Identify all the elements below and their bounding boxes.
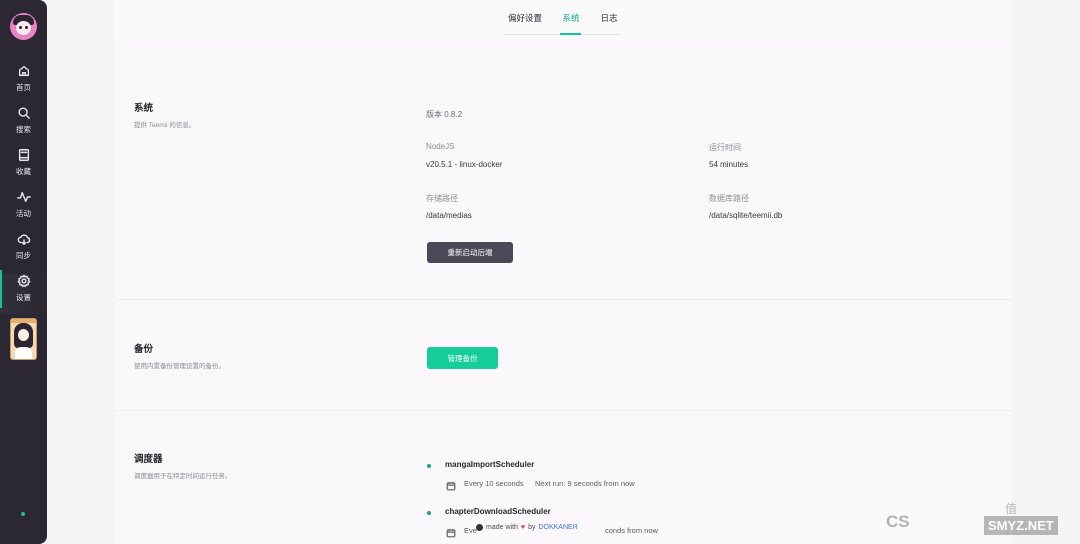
settings-tab-bar: 偏好设置 系统 日志 — [115, 0, 1012, 38]
tab-logs[interactable]: 日志 — [597, 0, 621, 36]
sidebar-item-sync[interactable]: 同步 — [0, 232, 47, 272]
job-next-run: Next run: 9 seconds from now — [535, 479, 635, 488]
gear-icon — [17, 274, 30, 288]
book-icon — [18, 149, 29, 161]
storage-path-label: 存储路径 — [426, 194, 458, 203]
footer-credit: made with ♥ by DOKKANER — [476, 524, 578, 531]
tab-preferences[interactable]: 偏好设置 — [505, 0, 545, 36]
sidebar-item-label: 同步 — [16, 251, 31, 260]
sidebar-item-settings[interactable]: 设置 — [0, 270, 47, 314]
active-tab-indicator — [560, 33, 581, 35]
footer-brand-link[interactable]: DOKKANER — [538, 524, 577, 531]
backup-desc: 使用内置备份管理设置的备份。 — [134, 363, 225, 370]
tab-system[interactable]: 系统 — [557, 0, 585, 36]
job-interval: Every 10 seconds — [464, 479, 524, 488]
footer-by: by — [528, 524, 536, 531]
sidebar-item-collection[interactable]: 收藏 — [0, 148, 47, 188]
version-text: 版本 0.8.2 — [426, 110, 463, 119]
job-next-run: conds from now — [605, 526, 658, 535]
database-path-label: 数据库路径 — [709, 194, 749, 203]
job-interval: Eve — [464, 526, 477, 535]
heart-icon: ♥ — [520, 524, 526, 531]
sidebar-item-search[interactable]: 搜索 — [0, 106, 47, 146]
sidebar-item-label: 收藏 — [16, 167, 31, 176]
scheduler-title: 调度器 — [134, 454, 163, 465]
uptime-label: 运行时间 — [709, 143, 741, 152]
app-logo[interactable] — [10, 13, 37, 40]
restart-backend-button[interactable]: 重新启动后端 — [427, 242, 513, 263]
job-status-dot — [427, 464, 431, 468]
github-icon[interactable] — [476, 524, 483, 531]
calendar-icon — [446, 525, 456, 538]
backup-title: 备份 — [134, 344, 154, 355]
section-divider — [115, 299, 1012, 300]
watermark-smyz: SMYZ.NET — [984, 516, 1058, 535]
nodejs-label: NodeJS — [426, 142, 455, 151]
job-name: mangaImportScheduler — [445, 460, 535, 469]
calendar-icon — [446, 478, 456, 491]
sidebar: 首页 搜索 收藏 活动 同步 设置 — [0, 0, 47, 544]
sidebar-item-label: 搜索 — [16, 125, 31, 134]
storage-path-value: /data/medias — [426, 211, 472, 220]
system-desc: 提供 Teemii 的信息。 — [134, 122, 196, 129]
job-name: chapterDownloadScheduler — [445, 507, 551, 516]
watermark-zhi: 值 — [1005, 502, 1018, 516]
sidebar-item-activity[interactable]: 活动 — [0, 190, 47, 230]
sidebar-item-label: 活动 — [16, 209, 31, 218]
home-icon — [18, 65, 29, 77]
footer-made-with: made with — [486, 524, 518, 531]
tab-underline — [505, 33, 621, 35]
database-path-value: /data/sqlite/teemii.db — [709, 211, 783, 220]
activity-icon — [16, 191, 31, 203]
job-status-dot — [427, 511, 431, 515]
section-divider — [115, 410, 1012, 411]
watermark-csdn: CS — [886, 512, 910, 531]
search-icon — [17, 107, 30, 119]
cloud-sync-icon — [17, 234, 30, 245]
user-avatar[interactable] — [10, 318, 37, 360]
sidebar-item-home[interactable]: 首页 — [0, 64, 47, 104]
scheduler-desc: 调度器用于在特定时间运行任务。 — [134, 473, 232, 480]
connection-status-dot — [21, 512, 25, 516]
settings-content: 系统 提供 Teemii 的信息。 版本 0.8.2 NodeJS v20.5.… — [115, 38, 1012, 544]
uptime-value: 54 minutes — [709, 160, 749, 169]
manage-backups-button[interactable]: 管理备份 — [427, 347, 498, 369]
sidebar-item-label: 首页 — [16, 83, 31, 92]
nodejs-value: v20.5.1 - linux-docker — [426, 160, 503, 169]
sidebar-item-label: 设置 — [16, 293, 31, 302]
system-title: 系统 — [134, 103, 154, 114]
